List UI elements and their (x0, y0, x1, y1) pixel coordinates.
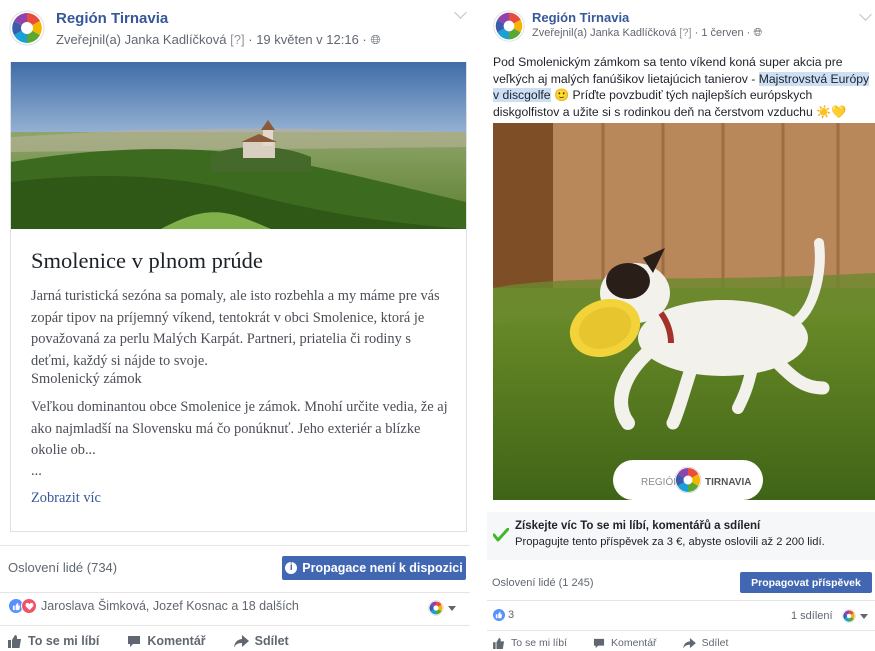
like-label: To se mi líbí (28, 634, 100, 648)
share-arrow-icon (682, 637, 696, 649)
help-mark[interactable]: [?] (230, 32, 244, 47)
share-button[interactable]: Sdílet (233, 634, 289, 648)
post-as-selector[interactable] (428, 600, 456, 616)
author-text[interactable]: Zveřejnil(a) Janka Kadlíčková (532, 27, 676, 39)
comment-label: Komentář (147, 634, 206, 648)
photo-graphic: REGIÓN TIRNAVIA (493, 123, 875, 500)
show-more-link[interactable]: Zobrazit víc (31, 490, 101, 507)
likes-count[interactable]: 3 (508, 609, 514, 621)
reach-count[interactable]: Oslovení lidé (1 245) (492, 577, 594, 589)
reactions-summary[interactable]: Jaroslava Šimková, Jozef Kosnac a 18 dal… (8, 598, 299, 614)
chevron-down-icon[interactable] (859, 8, 872, 21)
globe-icon: 🌐︎ (753, 27, 763, 39)
share-label: Sdílet (701, 637, 729, 649)
action-bar: To se mi líbí Komentář Sdílet (493, 637, 728, 649)
post-meta: Zveřejnil(a) Janka Kadlíčková [?] · 1 če… (532, 27, 762, 40)
like-button[interactable]: To se mi líbí (8, 634, 99, 648)
check-icon (493, 528, 509, 542)
post-1: Región Tirnavia Zveřejnil(a) Janka Kadlí… (0, 0, 470, 651)
chevron-down-icon[interactable] (454, 6, 467, 19)
post-text: Pod Smolenickým zámkom sa tento víkend k… (493, 54, 875, 120)
caret-down-icon (860, 613, 868, 619)
promotion-unavailable-button[interactable]: i Propagace není k dispozici (282, 556, 466, 580)
caret-down-icon (448, 605, 456, 611)
like-reaction-icon (492, 608, 506, 622)
like-label: To se mi líbí (511, 637, 568, 649)
article-subheading: Smolenický zámok (31, 371, 142, 387)
share-button[interactable]: Sdílet (682, 637, 729, 649)
reach-count[interactable]: Oslovení lidé (734) (8, 560, 117, 575)
region-tirnavia-logo[interactable] (492, 9, 526, 43)
page-name[interactable]: Región Tirnavia (56, 10, 168, 27)
comment-button[interactable]: Komentář (127, 634, 206, 648)
share-label: Sdílet (254, 634, 289, 648)
page-avatar-icon (842, 609, 856, 623)
share-arrow-icon (233, 634, 249, 647)
article-paragraph-1: Jarná turistická sezóna sa pomaly, ale i… (31, 288, 440, 369)
help-mark[interactable]: [?] (679, 27, 691, 39)
divider (487, 600, 875, 601)
comment-icon (593, 638, 605, 648)
post-date[interactable]: · 19 květen v 12:16 · (248, 32, 367, 47)
link-card[interactable]: Smolenice v plnom prúde Jarná turistická… (10, 62, 467, 532)
promotion-title: Získejte víc To se mi líbí, komentářů a … (515, 520, 761, 532)
page-avatar-icon (428, 600, 444, 616)
globe-icon: 🌐︎ (370, 32, 381, 47)
comment-icon (128, 635, 141, 647)
shares-count[interactable]: 1 sdílení (791, 610, 833, 622)
photo-brand-left: REGIÓN (641, 475, 680, 488)
article-ellipsis: ... (31, 463, 42, 479)
post-as-selector[interactable] (842, 609, 868, 623)
thumbs-up-icon (8, 634, 21, 648)
reactions-summary[interactable]: 3 (492, 608, 514, 622)
article-title[interactable]: Smolenice v plnom prúde (31, 248, 263, 274)
promotion-unavailable-label: Propagace není k dispozici (302, 561, 463, 575)
divider (0, 592, 470, 593)
region-tirnavia-logo[interactable] (8, 9, 46, 47)
info-icon: i (285, 562, 298, 574)
post-date[interactable]: · 1 červen · (695, 27, 751, 39)
page-name[interactable]: Región Tirnavia (532, 10, 629, 25)
action-bar: To se mi líbí Komentář Sdílet (8, 634, 289, 648)
post-meta: Zveřejnil(a) Janka Kadlíčková [?] · 19 k… (56, 32, 381, 48)
promotion-subtitle: Propagujte tento příspěvek za 3 €, abyst… (515, 536, 825, 548)
article-paragraph-2: Veľkou dominantou obce Smolenice je zámo… (31, 399, 448, 458)
promotion-suggestion[interactable]: Získejte víc To se mi líbí, komentářů a … (487, 512, 875, 560)
divider (0, 625, 470, 626)
love-reaction-icon (21, 598, 37, 614)
divider (0, 545, 470, 546)
author-text[interactable]: Zveřejnil(a) Janka Kadlíčková (56, 32, 227, 47)
promote-post-button[interactable]: Propagovat příspěvek (740, 572, 872, 593)
post-2: Región Tirnavia Zveřejnil(a) Janka Kadlí… (487, 0, 875, 651)
divider (487, 630, 875, 631)
photo-brand-right: TIRNAVIA (705, 477, 751, 488)
dog-frisbee-photo[interactable]: REGIÓN TIRNAVIA (493, 123, 875, 500)
like-button[interactable]: To se mi líbí (493, 637, 567, 649)
reactors-names[interactable]: Jaroslava Šimková, Jozef Kosnac a 18 dal… (41, 599, 299, 613)
comment-label: Komentář (611, 637, 657, 649)
smolenice-castle-image[interactable] (11, 62, 466, 229)
comment-button[interactable]: Komentář (593, 637, 657, 649)
thumbs-up-icon (493, 637, 505, 649)
